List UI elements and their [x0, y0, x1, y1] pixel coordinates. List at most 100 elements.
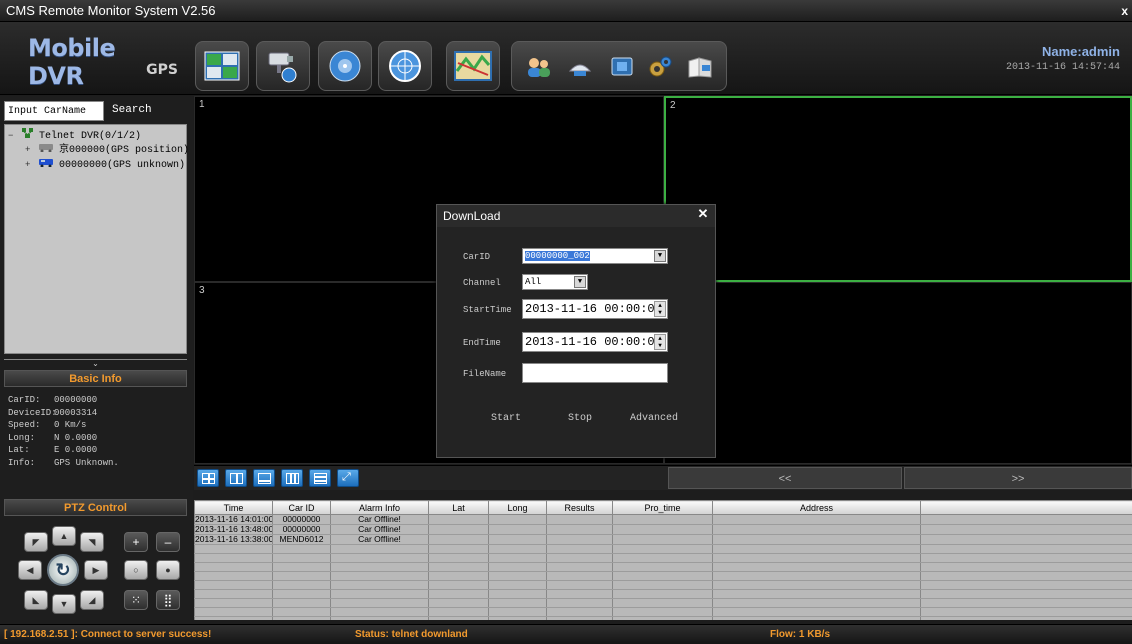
video-monitor-button[interactable] [195, 41, 249, 91]
tree-root[interactable]: − Telnet DVR(0/1/2) [5, 128, 186, 143]
column-header[interactable] [920, 500, 1132, 515]
ptz-down-right-button[interactable]: ◢ [80, 590, 104, 610]
empty-cell [612, 571, 713, 581]
column-header[interactable]: Results [546, 500, 613, 515]
users-button[interactable] [524, 54, 552, 80]
layout-6-button[interactable] [253, 469, 275, 487]
left-panel: Search − Telnet DVR(0/1/2) + 京000000(GPS… [0, 96, 193, 620]
ptz-down-button[interactable]: ▼ [52, 594, 76, 614]
cell-long [488, 534, 547, 545]
start-button[interactable]: Start [491, 413, 521, 424]
carid-select[interactable]: 00000000_002 ▼ [522, 248, 668, 264]
ptz-right-button[interactable]: ▶ [84, 560, 108, 580]
cell-results [546, 524, 613, 535]
app-window: CMS Remote Monitor System V2.56 x Mobile… [0, 0, 1132, 644]
video-cell-4[interactable] [664, 282, 1132, 464]
expand-icon[interactable]: + [25, 143, 33, 158]
empty-cell [330, 580, 429, 590]
tree-item[interactable]: + 00000000(GPS unknown) [5, 158, 186, 173]
iris-close-button[interactable]: ⣿ [156, 590, 180, 610]
cell-results [546, 534, 613, 545]
screen-button[interactable] [608, 54, 636, 80]
layout-9-button[interactable] [281, 469, 303, 487]
record-search-button[interactable] [318, 41, 372, 91]
table-row[interactable]: 2013-11-16 14:01:00 00000000 Car Offline… [194, 514, 1132, 525]
spinner-icon[interactable]: ▲ ▼ [654, 301, 666, 317]
layout-1x1-button[interactable] [197, 469, 219, 487]
dialog-close-icon[interactable]: ✕ [695, 207, 711, 223]
ptz-up-button[interactable]: ▲ [52, 526, 76, 546]
expand-icon[interactable]: + [25, 158, 33, 173]
empty-cell [272, 544, 331, 554]
cell-time: 2013-11-16 13:38:00 [194, 534, 273, 545]
user-info: Name:admin 2013-11-16 14:57:44 [1006, 44, 1120, 73]
collapse-icon[interactable]: − [8, 129, 16, 144]
empty-rows [194, 544, 1132, 620]
layout-16-button[interactable] [309, 469, 331, 487]
focus-near-button[interactable]: ○ [124, 560, 148, 580]
tree-item[interactable]: + 京000000(GPS position) [5, 143, 189, 158]
ptz-up-left-button[interactable]: ◤ [24, 532, 48, 552]
log-button[interactable] [686, 54, 714, 80]
stop-button[interactable]: Stop [568, 413, 592, 424]
empty-cell [194, 580, 273, 590]
info-row-info: Info: GPS Unknown. [8, 457, 119, 468]
column-header[interactable]: Alarm Info [330, 500, 429, 515]
chevron-down-icon: ▼ [654, 250, 666, 262]
zoom-out-button[interactable]: – [156, 532, 180, 552]
empty-cell [546, 598, 613, 608]
cell-address [712, 514, 921, 525]
column-header[interactable]: Time [194, 500, 273, 515]
panel-collapse-icon[interactable]: ⌄ [4, 359, 187, 368]
ptz-left-button[interactable]: ◀ [18, 560, 42, 580]
iris-open-button[interactable]: ⁙ [124, 590, 148, 610]
advanced-button[interactable]: Advanced [630, 413, 678, 424]
table-row[interactable]: 2013-11-16 13:48:00 00000000 Car Offline… [194, 524, 1132, 535]
layout-4-button[interactable] [225, 469, 247, 487]
empty-cell [920, 589, 1132, 599]
map-button[interactable] [446, 41, 500, 91]
empty-cell [428, 553, 489, 563]
focus-far-button[interactable]: ● [156, 560, 180, 580]
table-row-empty [194, 571, 1132, 581]
basic-info-header: Basic Info [4, 370, 187, 387]
alarm-table: Time Car ID Alarm Info Lat Long Results … [194, 500, 1132, 620]
log-icon [688, 57, 712, 78]
empty-cell [272, 553, 331, 563]
table-row[interactable]: 2013-11-16 13:38:00 MEND6012 Car Offline… [194, 534, 1132, 545]
info-row-carid: CarID: 00000000 [8, 395, 98, 405]
ptz-down-left-button[interactable]: ◣ [24, 590, 48, 610]
window-close-icon[interactable]: x [1121, 0, 1128, 22]
column-header[interactable]: Pro_time [612, 500, 713, 515]
column-header[interactable]: Long [488, 500, 547, 515]
channel-select[interactable]: All ▼ [522, 274, 588, 290]
column-header[interactable]: Lat [428, 500, 489, 515]
circle-filled-icon: ● [165, 565, 171, 575]
next-page-button[interactable]: >> [904, 467, 1132, 489]
previous-page-button[interactable]: << [668, 467, 902, 489]
gps-tracking-button[interactable] [378, 41, 432, 91]
column-header[interactable]: Car ID [272, 500, 331, 515]
search-input[interactable] [4, 101, 104, 121]
empty-cell [612, 598, 713, 608]
device-tree[interactable]: − Telnet DVR(0/1/2) + 京000000(GPS positi… [4, 124, 189, 354]
ptz-reset-button[interactable]: ↻ [47, 554, 79, 586]
cell-time: 2013-11-16 14:01:00 [194, 514, 273, 525]
endtime-field[interactable]: 2013-11-16 00:00:00 ▲ ▼ [522, 332, 668, 352]
device-button[interactable] [566, 54, 594, 80]
camera-playback-button[interactable] [256, 41, 310, 91]
column-header[interactable]: Address [712, 500, 921, 515]
settings-button[interactable] [646, 54, 674, 80]
starttime-field[interactable]: 2013-11-16 00:00:00 ▲ ▼ [522, 299, 668, 319]
video-cell-2[interactable]: 2 [664, 96, 1132, 282]
arrow-up-left-icon: ◤ [32, 536, 40, 547]
empty-cell [612, 580, 713, 590]
spinner-icon[interactable]: ▲ ▼ [654, 334, 666, 350]
cell-extra [920, 524, 1132, 535]
ptz-up-right-button[interactable]: ◥ [80, 532, 104, 552]
filename-input[interactable] [522, 363, 668, 383]
zoom-in-button[interactable]: + [124, 532, 148, 552]
fullscreen-button[interactable]: ⤢ [337, 469, 359, 487]
search-button[interactable]: Search [112, 104, 152, 116]
dots-grid-icon: ⣿ [163, 593, 173, 607]
